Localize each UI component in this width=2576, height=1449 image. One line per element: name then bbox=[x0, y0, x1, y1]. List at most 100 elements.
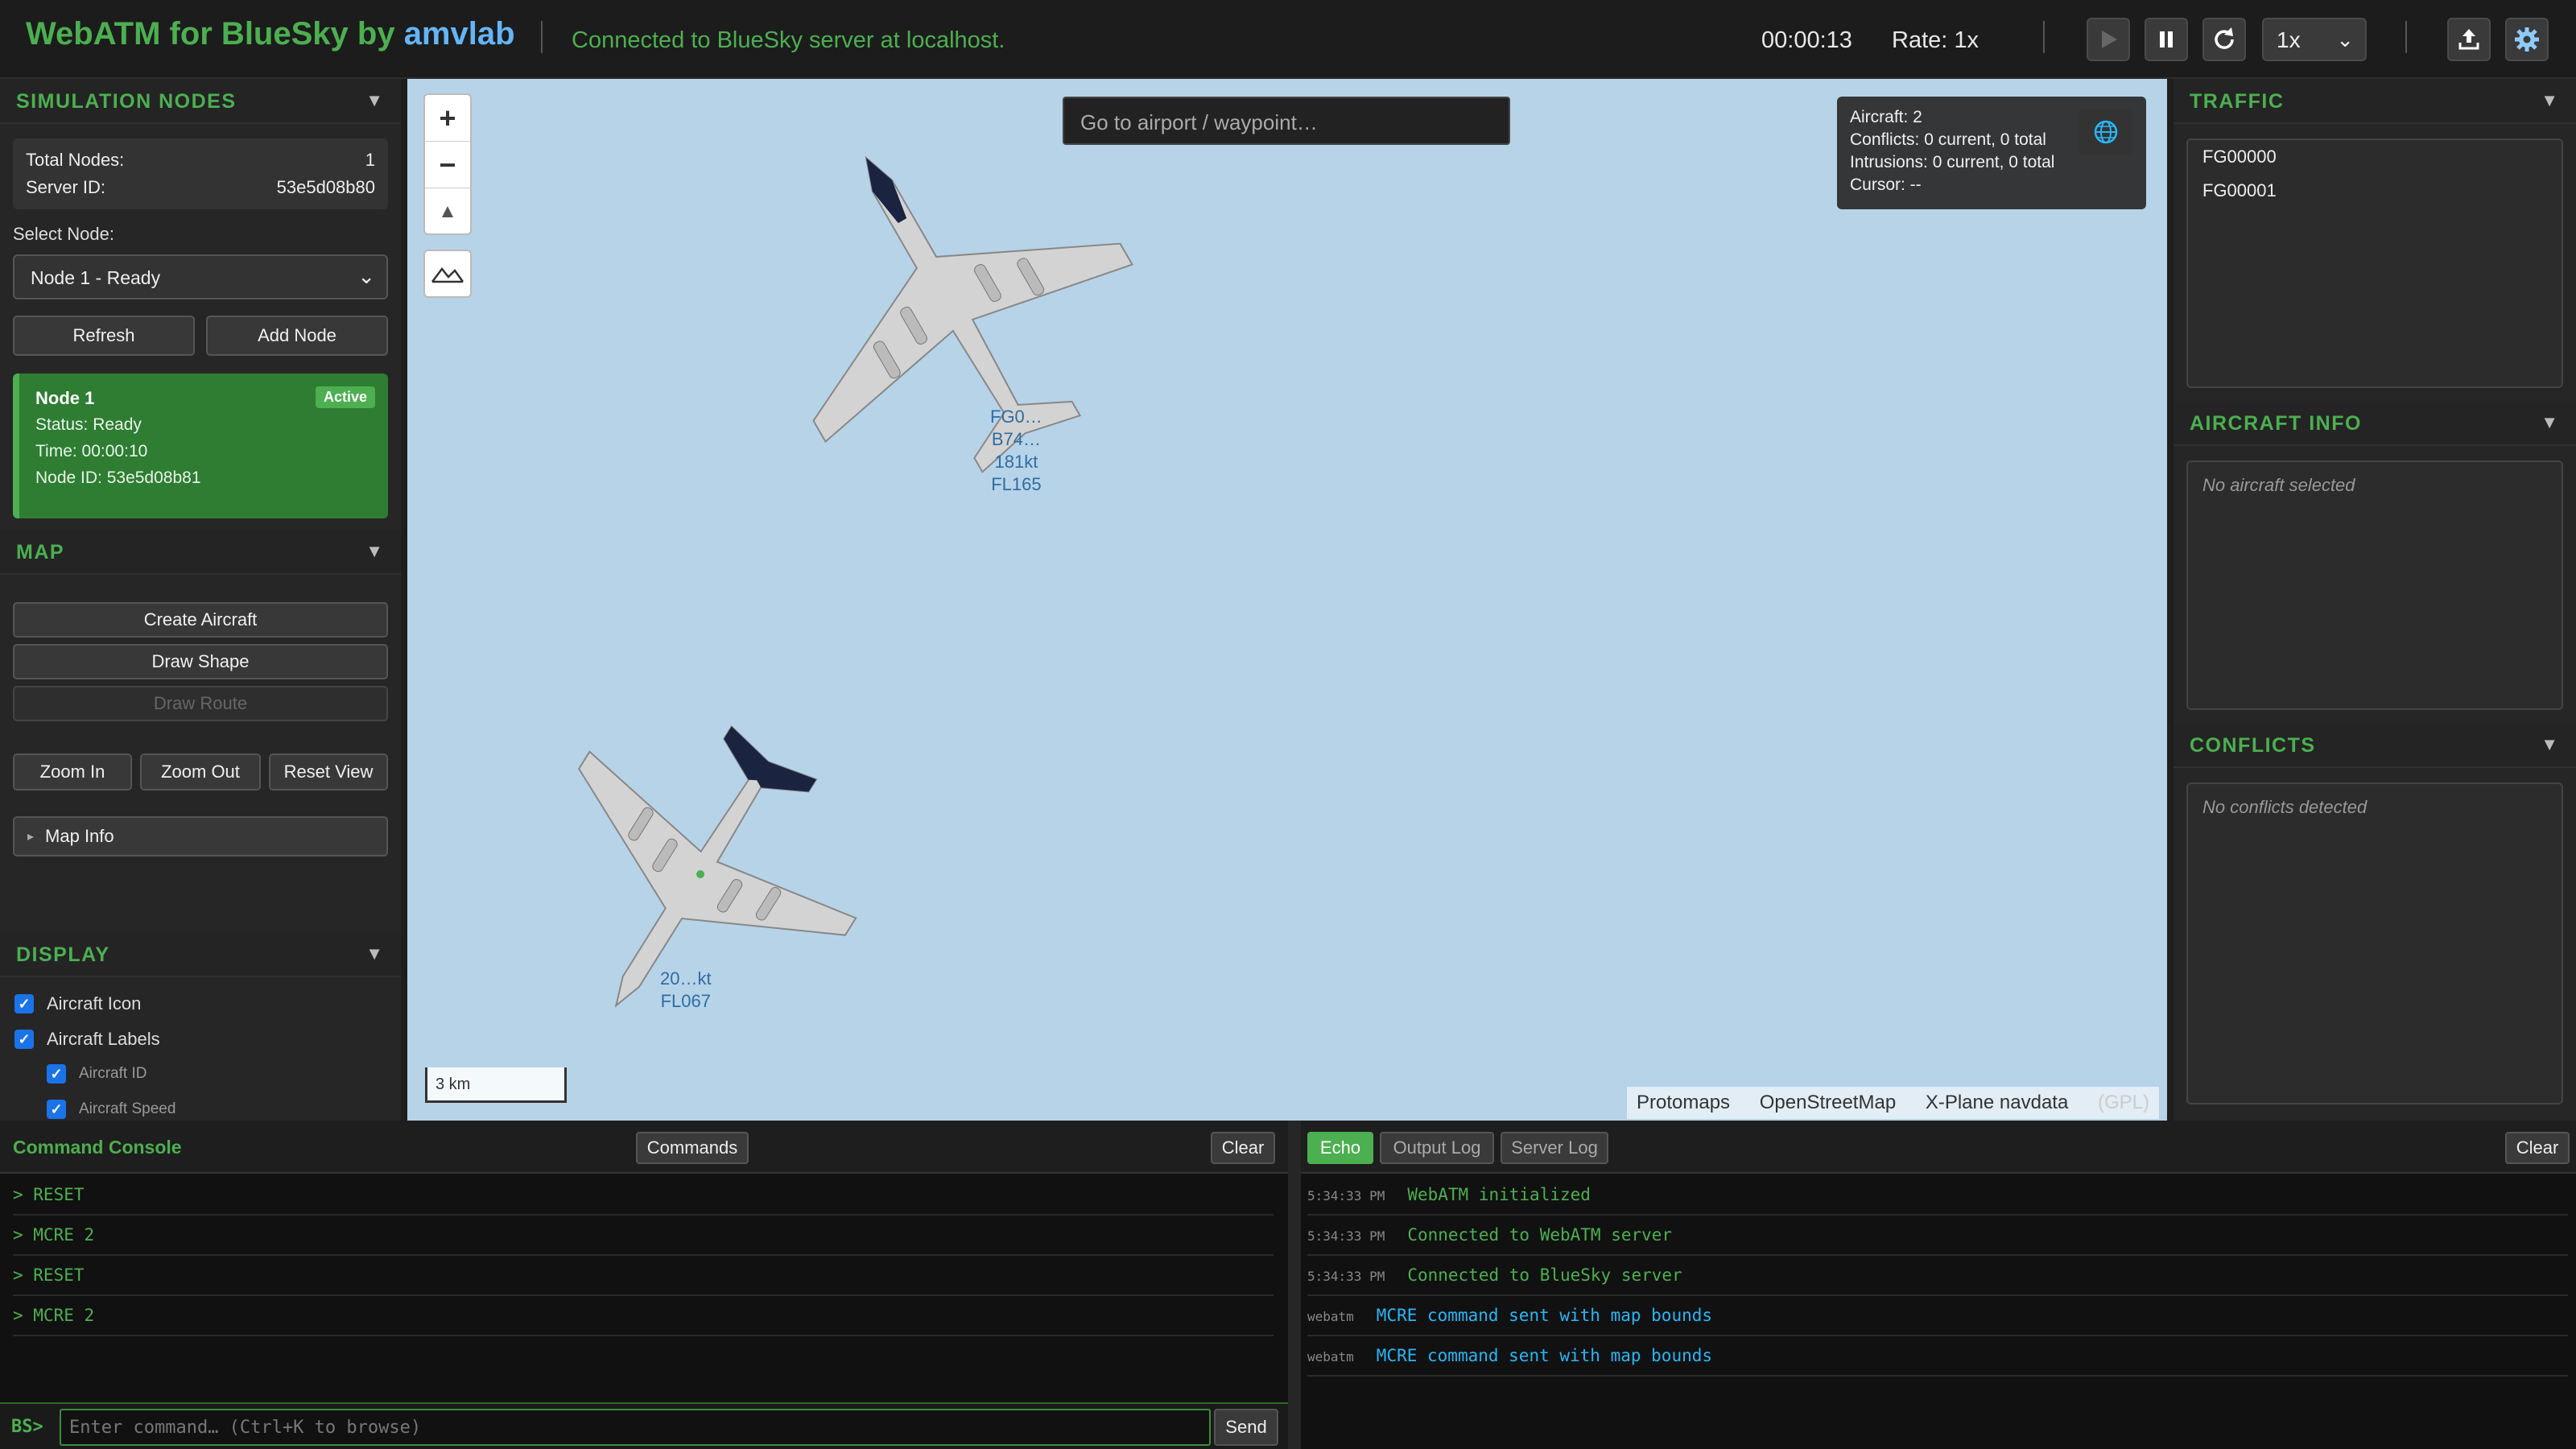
section-title: CONFLICTS bbox=[2190, 734, 2316, 757]
upload-button[interactable] bbox=[2447, 18, 2491, 61]
collapse-icon[interactable]: ▼ bbox=[365, 90, 383, 111]
compass-icon[interactable]: ▲ bbox=[425, 188, 470, 235]
section-title: AIRCRAFT INFO bbox=[2190, 412, 2362, 435]
tab-echo[interactable]: Echo bbox=[1307, 1132, 1373, 1164]
reset-sim-button[interactable] bbox=[2202, 18, 2246, 61]
chevron-down-icon: ⌄ bbox=[2336, 27, 2354, 52]
stat-conflicts: Conflicts: 0 current, 0 total bbox=[1850, 130, 2046, 149]
aircraft-id-checkbox[interactable]: ✓ Aircraft ID bbox=[47, 1064, 147, 1084]
node-name: Node 1 bbox=[35, 388, 95, 408]
settings-button[interactable] bbox=[2505, 18, 2549, 61]
brand-main: WebATM for BlueSky by bbox=[26, 16, 404, 52]
console-clear-button[interactable]: Clear bbox=[1211, 1132, 1275, 1164]
log-timestamp: 5:34:33 PM bbox=[1307, 1228, 1385, 1244]
log-entry: webatm MCRE command sent with map bounds bbox=[1307, 1336, 2568, 1377]
reset-view-button[interactable]: Reset View bbox=[269, 753, 388, 791]
aircraft-info-header[interactable]: AIRCRAFT INFO ▼ bbox=[2174, 401, 2576, 446]
collapse-icon[interactable]: ▼ bbox=[2541, 734, 2558, 755]
checkmark-icon[interactable]: ✓ bbox=[14, 994, 34, 1013]
map-info-toggle[interactable]: ▸ Map Info bbox=[13, 816, 388, 857]
terrain-toggle-button[interactable] bbox=[423, 250, 472, 298]
checkbox-label: Aircraft Labels bbox=[47, 1029, 160, 1049]
zoom-out-button[interactable]: Zoom Out bbox=[140, 753, 261, 791]
refresh-nodes-button[interactable]: Refresh bbox=[13, 316, 195, 356]
aircraft-icon[interactable] bbox=[762, 111, 1140, 497]
conflicts-box: No conflicts detected bbox=[2186, 782, 2563, 1104]
commands-button[interactable]: Commands bbox=[636, 1132, 749, 1164]
collapse-icon[interactable]: ▼ bbox=[365, 943, 383, 964]
draw-shape-button[interactable]: Draw Shape bbox=[13, 644, 388, 679]
command-input[interactable]: Enter command… (Ctrl+K to browse) bbox=[60, 1409, 1211, 1446]
globe-button[interactable] bbox=[2079, 109, 2133, 155]
play-button[interactable] bbox=[2087, 18, 2130, 61]
traffic-header[interactable]: TRAFFIC ▼ bbox=[2174, 79, 2576, 124]
node-status: Status: Ready bbox=[35, 415, 142, 434]
history-item[interactable]: > RESET bbox=[13, 1175, 1274, 1216]
app-title: WebATM for BlueSky by amvlab bbox=[26, 16, 515, 52]
settings-icon bbox=[2515, 27, 2539, 52]
node-select[interactable]: Node 1 - Ready ⌄ bbox=[13, 254, 388, 299]
speed-select[interactable]: 1x ⌄ bbox=[2262, 18, 2367, 61]
node-card[interactable]: Node 1 Active Status: Ready Time: 00:00:… bbox=[13, 374, 388, 518]
map-info-label: Map Info bbox=[45, 826, 114, 846]
list-item[interactable]: FG00000 bbox=[2202, 147, 2277, 167]
server-id-label: Server ID: bbox=[26, 177, 106, 197]
pause-icon bbox=[2160, 31, 2173, 47]
attribution-link[interactable]: OpenStreetMap bbox=[1760, 1092, 1896, 1113]
send-button[interactable]: Send bbox=[1214, 1409, 1278, 1446]
checkbox-label: Aircraft Icon bbox=[47, 993, 142, 1013]
attribution-license: (GPL) bbox=[2097, 1092, 2149, 1113]
nodes-summary: Total Nodes: 1 Server ID: 53e5d08b80 bbox=[13, 138, 388, 209]
checkmark-icon[interactable]: ✓ bbox=[47, 1100, 66, 1119]
map-zoom-control: + − ▲ bbox=[423, 93, 472, 235]
command-input-bar: BS> Enter command… (Ctrl+K to browse) Se… bbox=[0, 1402, 1288, 1449]
display-section-header[interactable]: DISPLAY ▼ bbox=[0, 932, 401, 977]
panel-splitter[interactable] bbox=[1288, 1121, 1301, 1449]
conflicts-header[interactable]: CONFLICTS ▼ bbox=[2174, 723, 2576, 768]
attribution-link[interactable]: X-Plane navdata bbox=[1926, 1092, 2068, 1113]
map-canvas[interactable]: FG0… B74… 181kt FL165 20…kt FL067 + − ▲ … bbox=[407, 79, 2167, 1121]
stat-aircraft: Aircraft: 2 bbox=[1850, 108, 1922, 126]
node-time: Time: 00:00:10 bbox=[35, 442, 148, 460]
log-timestamp: webatm bbox=[1307, 1349, 1354, 1364]
expand-arrow-icon: ▸ bbox=[27, 830, 35, 844]
log-timestamp: 5:34:33 PM bbox=[1307, 1269, 1385, 1284]
aircraft-labels-checkbox[interactable]: ✓ Aircraft Labels bbox=[14, 1029, 160, 1050]
attribution-link[interactable]: Protomaps bbox=[1637, 1092, 1730, 1113]
connection-status: Connected to BlueSky server at localhost… bbox=[572, 27, 1005, 53]
airport-search-input[interactable]: Go to airport / waypoint… bbox=[1063, 97, 1510, 145]
traffic-list: FG00000 FG00001 bbox=[2186, 138, 2563, 388]
server-id-value: 53e5d08b80 bbox=[276, 177, 375, 197]
log-clear-button[interactable]: Clear bbox=[2505, 1132, 2570, 1164]
section-title: MAP bbox=[16, 541, 65, 564]
zoom-in-button[interactable]: Zoom In bbox=[13, 753, 132, 791]
list-item[interactable]: FG00001 bbox=[2202, 180, 2277, 201]
sim-nodes-header[interactable]: SIMULATION NODES ▼ bbox=[0, 79, 401, 124]
aircraft-label-type: B74… bbox=[991, 429, 1041, 449]
map-section-header[interactable]: MAP ▼ bbox=[0, 530, 401, 575]
collapse-icon[interactable]: ▼ bbox=[365, 541, 383, 562]
map-attribution: Protomaps OpenStreetMap X-Plane navdata … bbox=[1627, 1087, 2159, 1119]
aircraft-label: FG0… B74… 181kt FL165 bbox=[990, 406, 1042, 496]
collapse-icon[interactable]: ▼ bbox=[2541, 412, 2558, 433]
collapse-icon[interactable]: ▼ bbox=[2541, 90, 2558, 111]
draw-route-button[interactable]: Draw Route bbox=[13, 686, 388, 721]
map-zoom-in-button[interactable]: + bbox=[425, 95, 470, 142]
add-node-button[interactable]: Add Node bbox=[206, 316, 388, 356]
log-message: MCRE command sent with map bounds bbox=[1376, 1346, 1713, 1365]
map-zoom-out-button[interactable]: − bbox=[425, 142, 470, 188]
tab-output-log[interactable]: Output Log bbox=[1380, 1132, 1494, 1164]
aircraft-info-box: No aircraft selected bbox=[2186, 460, 2563, 710]
aircraft-speed-checkbox[interactable]: ✓ Aircraft Speed bbox=[47, 1100, 175, 1119]
log-entry: 5:34:33 PM Connected to WebATM server bbox=[1307, 1216, 2568, 1256]
history-item[interactable]: > RESET bbox=[13, 1256, 1274, 1296]
checkmark-icon[interactable]: ✓ bbox=[47, 1064, 66, 1084]
aircraft-label-altitude: FL067 bbox=[660, 991, 711, 1011]
tab-server-log[interactable]: Server Log bbox=[1501, 1132, 1608, 1164]
checkmark-icon[interactable]: ✓ bbox=[14, 1030, 34, 1049]
create-aircraft-button[interactable]: Create Aircraft bbox=[13, 602, 388, 638]
aircraft-icon-checkbox[interactable]: ✓ Aircraft Icon bbox=[14, 993, 141, 1014]
history-item[interactable]: > MCRE 2 bbox=[13, 1296, 1274, 1336]
pause-button[interactable] bbox=[2145, 18, 2188, 61]
history-item[interactable]: > MCRE 2 bbox=[13, 1216, 1274, 1256]
